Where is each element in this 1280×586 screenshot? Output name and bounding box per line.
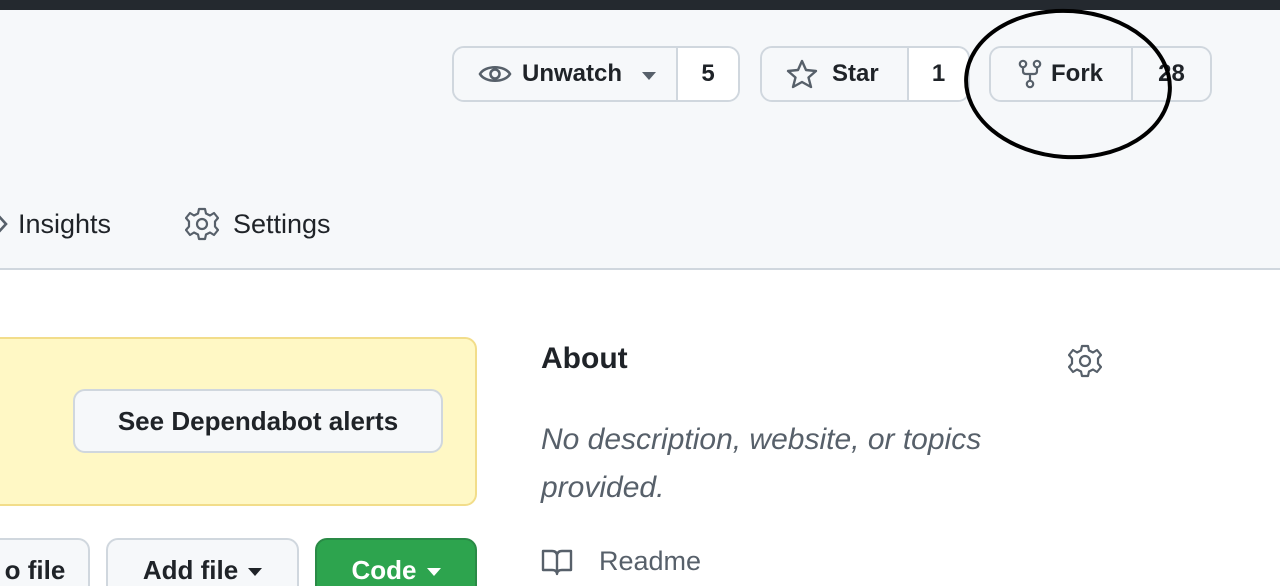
star-count[interactable]: 1 (909, 48, 968, 100)
tab-insights[interactable]: Insights (0, 196, 111, 252)
fork-count[interactable]: 28 (1133, 48, 1210, 100)
star-label: Star (832, 60, 879, 87)
chevron-down-icon (248, 568, 263, 576)
code-button[interactable]: Code (315, 538, 477, 586)
unwatch-button[interactable]: Unwatch (454, 48, 678, 100)
readme-link[interactable]: Readme (541, 546, 701, 577)
star-button[interactable]: Star (762, 48, 909, 100)
repo-forked-icon (1017, 59, 1043, 89)
chevron-down-icon (426, 568, 441, 576)
book-icon (541, 548, 573, 576)
watch-count[interactable]: 5 (678, 48, 738, 100)
fork-label: Fork (1051, 60, 1104, 87)
about-description-line: provided. (541, 471, 665, 504)
add-file-label: Add file (142, 554, 239, 585)
go-to-file-button[interactable]: o file (0, 538, 90, 586)
tab-insights-label: Insights (18, 208, 112, 239)
about-heading: About (541, 342, 628, 375)
watch-button-group: Unwatch 5 (452, 46, 740, 102)
add-file-button[interactable]: Add file (106, 538, 299, 586)
about-settings-button[interactable] (1068, 344, 1102, 383)
unwatch-label: Unwatch (522, 60, 623, 87)
star-button-group: Star 1 (760, 46, 970, 102)
readme-label: Readme (599, 546, 702, 576)
fork-button[interactable]: Fork (991, 48, 1133, 100)
about-description-line: No description, website, or topics (541, 423, 982, 456)
star-icon (786, 59, 818, 89)
about-description: No description, website, or topics provi… (541, 416, 1101, 512)
code-label: Code (351, 554, 417, 585)
see-dependabot-alerts-button[interactable]: See Dependabot alerts (73, 389, 443, 453)
tab-settings-label: Settings (233, 208, 331, 239)
gear-icon (185, 207, 219, 241)
eye-icon (478, 61, 512, 87)
fork-button-group: Fork 28 (989, 46, 1212, 102)
tab-settings[interactable]: Settings (185, 196, 331, 252)
go-to-file-label: o file (4, 554, 66, 585)
chevron-down-icon (642, 72, 657, 80)
gear-icon (1068, 344, 1102, 378)
top-bar (0, 0, 1280, 10)
graph-icon (0, 209, 8, 239)
